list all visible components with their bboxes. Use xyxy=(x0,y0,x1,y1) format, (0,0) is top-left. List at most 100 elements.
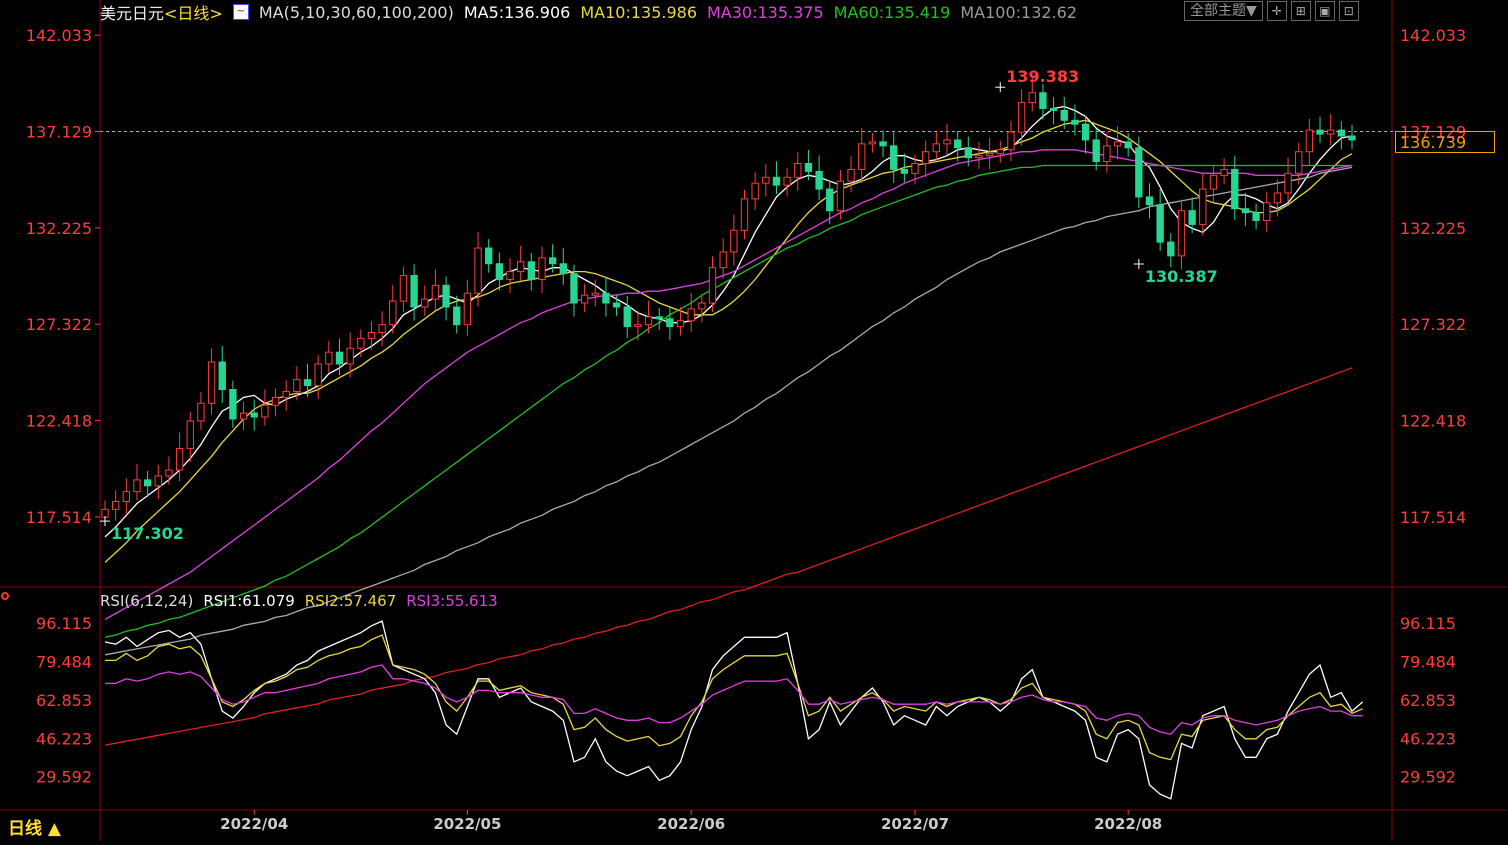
candle-body xyxy=(783,176,791,186)
candle-body xyxy=(612,302,621,308)
candle-body xyxy=(271,396,280,406)
candle-body xyxy=(303,379,312,387)
chart-stage[interactable]: 142.033 142.033 137.129 137.129 132.225 132.2… xyxy=(0,0,1508,841)
indicator-settings-icon[interactable] xyxy=(1,592,9,600)
candle-body xyxy=(453,306,461,326)
candle-body xyxy=(538,257,546,280)
candle-body xyxy=(1135,147,1143,198)
rsi-params[interactable]: RSI(6,12,24) xyxy=(100,592,193,610)
candle-body xyxy=(1028,92,1036,104)
timeframe-toggle[interactable]: 日线 ▲ xyxy=(8,814,61,839)
ma-line-ma30 xyxy=(104,149,1353,620)
candle-body xyxy=(1167,241,1175,257)
candle-body xyxy=(431,284,440,300)
candle-body xyxy=(186,420,194,449)
candle-body xyxy=(1039,92,1047,109)
candle-body xyxy=(879,141,887,147)
candle-body xyxy=(367,332,376,339)
candle-body xyxy=(1284,172,1292,194)
candle-body xyxy=(527,261,535,280)
candle-body xyxy=(559,263,567,275)
candle-body xyxy=(634,324,642,328)
rsi3-value: RSI3:55.613 xyxy=(406,592,498,610)
candle-body xyxy=(1209,174,1218,190)
candle-body xyxy=(122,491,130,503)
rsi-tick-right: 29.592 xyxy=(1400,768,1456,787)
price-tick-left: 117.514 xyxy=(26,508,92,527)
candle-body xyxy=(442,284,450,308)
candle-body xyxy=(1199,188,1207,225)
candle-body xyxy=(826,188,834,212)
window-icon[interactable]: ⊞ xyxy=(1290,1,1311,21)
rsi-tick-left: 79.484 xyxy=(36,653,92,672)
candle-body xyxy=(985,153,994,157)
candle-body xyxy=(1017,102,1026,133)
candle-body xyxy=(1188,210,1196,225)
candle-body xyxy=(261,404,269,418)
ma60-value: MA60:135.419 xyxy=(833,2,951,22)
candle-body xyxy=(101,508,109,518)
rsi2-value: RSI2:57.467 xyxy=(304,592,397,610)
extreme-label: 139.383 xyxy=(1006,67,1079,86)
rsi-tick-right: 46.223 xyxy=(1400,729,1456,748)
candle-body xyxy=(335,351,344,365)
price-tick-left: 132.225 xyxy=(26,219,92,238)
symbol-name[interactable]: 美元日元<日线> xyxy=(100,0,223,24)
rsi-tick-right: 62.853 xyxy=(1400,691,1456,710)
layout-icon[interactable]: ▣ xyxy=(1314,1,1335,21)
candle-body xyxy=(1177,210,1186,257)
candle-body xyxy=(804,163,813,172)
candle-body xyxy=(293,379,301,392)
candle-body xyxy=(1049,107,1058,111)
candle-body xyxy=(911,163,919,174)
fullscreen-icon[interactable]: ⊡ xyxy=(1338,1,1359,21)
rsi-tick-right: 96.115 xyxy=(1400,614,1456,633)
candle-body xyxy=(890,145,898,170)
candle-body xyxy=(996,149,1004,155)
candle-body xyxy=(1113,141,1122,147)
rsi-tick-left: 29.592 xyxy=(36,768,92,787)
candle-body xyxy=(421,298,429,308)
ma100-value: MA100:132.62 xyxy=(960,2,1078,22)
candle-body xyxy=(111,501,120,510)
ma-line-ma5 xyxy=(104,105,1353,538)
chart-type-icon[interactable]: ~ xyxy=(232,4,249,20)
ma-params[interactable]: MA(5,10,30,60,100,200) xyxy=(259,3,454,22)
candle-body xyxy=(197,402,205,422)
candle-body xyxy=(165,469,173,477)
price-tick-right: 127.322 xyxy=(1400,315,1466,334)
price-tick-right: 117.514 xyxy=(1400,508,1466,527)
candle-body xyxy=(1252,212,1260,222)
candle-body xyxy=(698,302,706,310)
theme-dropdown[interactable]: 全部主题▼ xyxy=(1184,1,1263,21)
candle-body xyxy=(932,143,941,153)
ma30-value: MA30:135.375 xyxy=(707,2,824,22)
candle-body xyxy=(207,361,216,404)
candle-body xyxy=(133,479,141,493)
candle-body xyxy=(1273,192,1282,204)
crosshair-icon[interactable]: ✛ xyxy=(1266,1,1287,21)
candle-body xyxy=(1007,131,1015,151)
time-tick-label: 2022/08 xyxy=(1094,815,1162,833)
candle-body xyxy=(175,447,184,471)
candle-body xyxy=(730,229,738,253)
time-tick-label: 2022/05 xyxy=(433,815,501,833)
candle-body xyxy=(644,316,653,326)
candlestick-chart[interactable]: 142.033 142.033137.129 137.129132.225 132.2… xyxy=(0,0,1508,841)
candle-body xyxy=(591,292,599,296)
candle-body xyxy=(922,151,930,165)
candle-body xyxy=(485,247,493,265)
candle-body xyxy=(516,261,525,273)
candle-body xyxy=(314,363,322,387)
candle-body xyxy=(346,347,354,365)
candle-body xyxy=(1348,135,1356,141)
candle-body xyxy=(1220,168,1228,176)
price-tick-left: 137.129 xyxy=(26,123,92,142)
candle-body xyxy=(506,271,514,280)
candle-body xyxy=(836,180,845,212)
rsi-line-rsi2 xyxy=(105,634,1363,761)
price-tick-left: 142.033 xyxy=(26,26,92,45)
candle-body xyxy=(655,316,663,320)
candle-body xyxy=(1156,204,1164,243)
candle-body xyxy=(1327,129,1335,135)
